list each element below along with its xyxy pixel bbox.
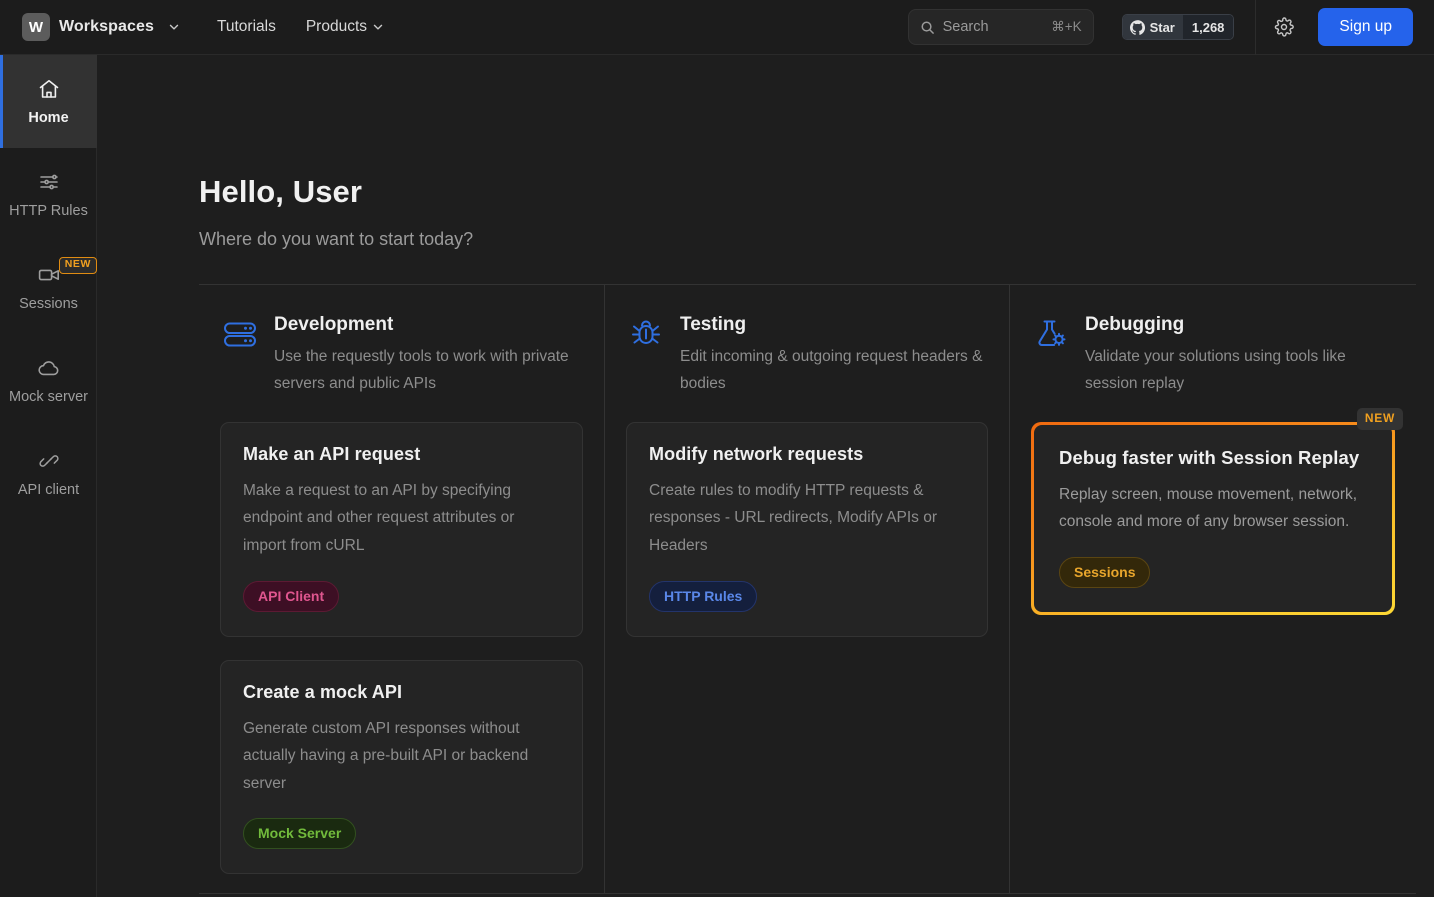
card-title: Make an API request: [243, 443, 421, 464]
nav-item-products-label: Products: [305, 18, 368, 35]
workspace-label: Workspaces: [59, 18, 154, 35]
chevron-down-icon: [167, 20, 181, 34]
card-description: Make a request to an API by specifying e…: [243, 481, 515, 555]
video-icon: [37, 263, 61, 287]
page-subtitle: Where do you want to start today?: [199, 229, 474, 249]
top-bar-right: Search ⌘+K Star 1,268 Sign up: [907, 0, 1413, 55]
card-badge-mock-server[interactable]: Mock Server: [243, 818, 357, 850]
card-title: Debug faster with Session Replay: [1059, 446, 1360, 468]
nav-item-products[interactable]: Products: [306, 18, 385, 36]
card-stack-debugging: NEW Debug faster with Session Replay Rep…: [1031, 407, 1403, 616]
page-title: Hello, User: [199, 174, 363, 209]
connector-icon: [37, 449, 61, 473]
card-modify-network-requests[interactable]: Modify network requests Create rules to …: [626, 421, 988, 637]
sidebar-item-sessions[interactable]: NEW Sessions: [0, 241, 97, 334]
category-header-testing: Testing Edit incoming & outgoing request…: [626, 313, 988, 398]
category-title-testing: Testing: [680, 314, 747, 335]
card-title: Create a mock API: [243, 681, 403, 702]
nav-item-tutorials[interactable]: Tutorials: [217, 18, 276, 36]
gear-icon: [1274, 17, 1295, 37]
card-debug-session-replay[interactable]: NEW Debug faster with Session Replay Rep…: [1031, 407, 1403, 616]
category-grid: Development Use the requestly tools to w…: [199, 284, 1416, 894]
bug-icon: [627, 315, 665, 353]
chevron-down-icon: [371, 20, 385, 34]
workspace-selector[interactable]: W Workspaces: [22, 13, 181, 41]
settings-button[interactable]: [1267, 10, 1301, 44]
card-badge-http-rules[interactable]: HTTP Rules: [649, 580, 758, 612]
flask-gear-icon: [1032, 315, 1070, 353]
card-badge-api-client[interactable]: API Client: [243, 580, 340, 612]
sidebar-item-mock-server[interactable]: Mock server: [0, 334, 97, 427]
category-title-development: Development: [274, 314, 394, 335]
workspace-avatar: W: [22, 13, 50, 41]
github-star-label: Star: [1149, 19, 1175, 35]
sidebar: Home HTTP Rules NEW Sessions Mock server…: [0, 55, 97, 897]
category-title-debugging: Debugging: [1085, 314, 1185, 335]
sidebar-item-mock-server-label: Mock server: [9, 389, 88, 405]
primary-nav: Tutorials Products: [217, 18, 385, 36]
card-description: Replay screen, mouse movement, network, …: [1059, 485, 1358, 531]
card-make-api-request[interactable]: Make an API request Make a request to an…: [220, 421, 583, 637]
search-placeholder: Search: [942, 19, 989, 35]
sidebar-item-http-rules-label: HTTP Rules: [9, 203, 88, 219]
github-icon: [1129, 19, 1145, 35]
top-bar-divider: [1255, 0, 1257, 55]
cloud-icon: [37, 356, 61, 380]
card-badge-sessions[interactable]: Sessions: [1059, 557, 1151, 589]
card-title: Modify network requests: [649, 443, 864, 464]
sidebar-item-http-rules[interactable]: HTTP Rules: [0, 148, 97, 241]
category-description-debugging: Validate your solutions using tools like…: [1085, 347, 1346, 393]
sidebar-item-api-client[interactable]: API client: [0, 427, 97, 520]
card-create-mock-api[interactable]: Create a mock API Generate custom API re…: [220, 659, 583, 875]
sidebar-new-badge: NEW: [58, 257, 97, 274]
main-content: Hello, User Where do you want to start t…: [98, 55, 1434, 897]
category-column-development: Development Use the requestly tools to w…: [199, 285, 604, 893]
card-description: Create rules to modify HTTP requests & r…: [649, 481, 937, 555]
category-column-testing: Testing Edit incoming & outgoing request…: [604, 285, 1009, 893]
search-input[interactable]: Search ⌘+K: [907, 9, 1094, 45]
sidebar-item-sessions-label: Sessions: [19, 296, 78, 312]
search-shortcut-hint: ⌘+K: [1051, 19, 1082, 34]
top-bar: W Workspaces Tutorials Products Search ⌘…: [0, 0, 1434, 55]
category-header-development: Development Use the requestly tools to w…: [220, 313, 583, 398]
github-star-count: 1,268: [1182, 15, 1234, 39]
category-description-testing: Edit incoming & outgoing request headers…: [680, 347, 983, 393]
greeting-block: Hello, User Where do you want to start t…: [199, 174, 1434, 250]
category-header-debugging: Debugging Validate your solutions using …: [1031, 313, 1395, 398]
nav-item-tutorials-label: Tutorials: [216, 18, 276, 35]
card-stack-testing: Modify network requests Create rules to …: [626, 421, 988, 637]
sidebar-item-home[interactable]: Home: [0, 55, 97, 148]
category-description-development: Use the requestly tools to work with pri…: [274, 347, 569, 393]
sidebar-item-home-label: Home: [28, 110, 69, 126]
sign-up-button[interactable]: Sign up: [1318, 8, 1413, 46]
github-star-left: Star: [1122, 15, 1183, 39]
server-rack-icon: [221, 315, 259, 353]
card-new-badge: NEW: [1356, 407, 1403, 430]
sliders-icon: [37, 170, 61, 194]
card-stack-development: Make an API request Make a request to an…: [220, 421, 583, 875]
sidebar-item-api-client-label: API client: [17, 482, 80, 498]
home-icon: [37, 77, 61, 101]
category-column-debugging: Debugging Validate your solutions using …: [1009, 285, 1416, 893]
search-icon: [920, 20, 935, 35]
card-description: Generate custom API responses without ac…: [243, 719, 529, 792]
github-star-button[interactable]: Star 1,268: [1121, 14, 1235, 40]
